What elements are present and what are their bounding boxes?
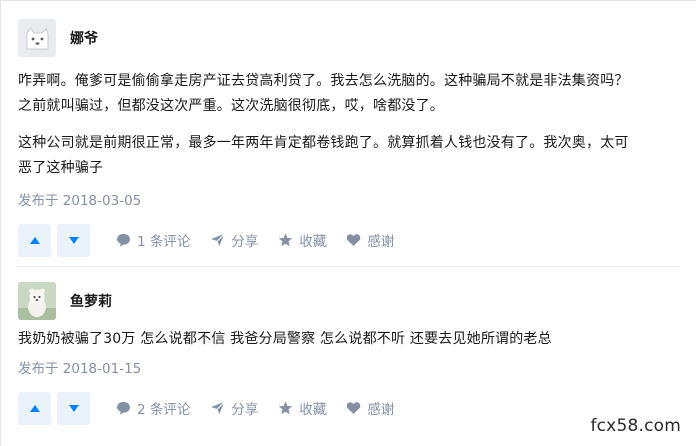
thanks-button[interactable]: 感谢 [346,398,394,418]
answer-paragraph: 之前就叫骗过，但都没这次严重。这次洗脑很彻底，哎，啥都没了。 [18,98,444,114]
publish-date[interactable]: 发布于 2018-01-15 [18,359,678,379]
author-info: 娜爷 [18,18,678,58]
share-label: 分享 [231,234,259,250]
action-bar: 2 条评论 分享 收藏 感谢 [18,391,678,425]
answer-paragraph: 我奶奶被骗了30万 怎么说都不信 我爸分局警察 怎么说都不听 还要去见她所谓的老… [18,331,552,347]
downvote-button[interactable] [57,391,90,425]
triangle-down-icon [68,404,79,412]
answer-card: 娜爷 咋弄啊。俺爹可是偷偷拿走房产证去贷高利贷了。我去怎么洗脑的。这种骗局不就是… [18,18,678,257]
dog-avatar-icon [18,19,56,57]
answer-paragraph: 咋弄啊。俺爹可是偷偷拿走房产证去贷高利贷了。我去怎么洗脑的。这种骗局不就是非法集… [18,73,629,89]
downvote-button[interactable] [57,223,90,257]
star-icon [279,401,293,415]
answer-paragraph: 恶了这种骗子 [18,160,104,176]
avatar[interactable] [18,282,56,320]
triangle-down-icon [68,236,79,244]
publish-date[interactable]: 发布于 2018-03-05 [18,191,678,211]
answer-divider [18,266,678,267]
thanks-label: 感谢 [367,402,395,418]
favorite-label: 收藏 [299,234,327,250]
answer-paragraph: 这种公司就是前期很正常，最多一年两年肯定都卷钱跑了。就算抓着人钱也没有了。我次奥… [18,135,629,151]
triangle-up-icon [29,236,40,244]
share-plane-icon [211,401,225,414]
share-button[interactable]: 分享 [210,398,258,418]
comment-bubble-icon [117,402,130,415]
author-name[interactable]: 鱼萝莉 [70,291,112,311]
share-button[interactable]: 分享 [210,230,258,250]
author-info: 鱼萝莉 [18,281,678,321]
thanks-label: 感谢 [367,234,395,250]
action-bar: 1 条评论 分享 收藏 感谢 [18,223,678,257]
avatar[interactable] [18,19,56,57]
comment-bubble-icon [117,234,130,247]
upvote-button[interactable] [18,391,51,425]
upvote-button[interactable] [18,223,51,257]
comment-count: 1 条评论 [137,234,191,250]
favorite-label: 收藏 [299,402,327,418]
comment-count: 2 条评论 [137,402,191,418]
share-label: 分享 [231,402,259,418]
favorite-button[interactable]: 收藏 [278,230,326,250]
triangle-up-icon [29,404,40,412]
comment-button[interactable]: 2 条评论 [116,398,190,418]
frame-left-border [0,0,1,446]
heart-icon [347,234,361,246]
watermark-text: fcx58.com [590,416,681,436]
frame-top-border [0,0,696,1]
heart-icon [347,402,361,414]
answer-card: 鱼萝莉 我奶奶被骗了30万 怎么说都不信 我爸分局警察 怎么说都不听 还要去见她… [18,281,678,425]
share-plane-icon [211,233,225,246]
favorite-button[interactable]: 收藏 [278,398,326,418]
answer-content: 我奶奶被骗了30万 怎么说都不信 我爸分局警察 怎么说都不听 还要去见她所谓的老… [18,327,678,352]
bear-avatar-icon [18,282,56,320]
author-name[interactable]: 娜爷 [70,28,98,48]
comment-button[interactable]: 1 条评论 [116,230,190,250]
answer-content: 咋弄啊。俺爹可是偷偷拿走房产证去贷高利贷了。我去怎么洗脑的。这种骗局不就是非法集… [18,69,678,181]
star-icon [279,233,293,247]
thanks-button[interactable]: 感谢 [346,230,394,250]
